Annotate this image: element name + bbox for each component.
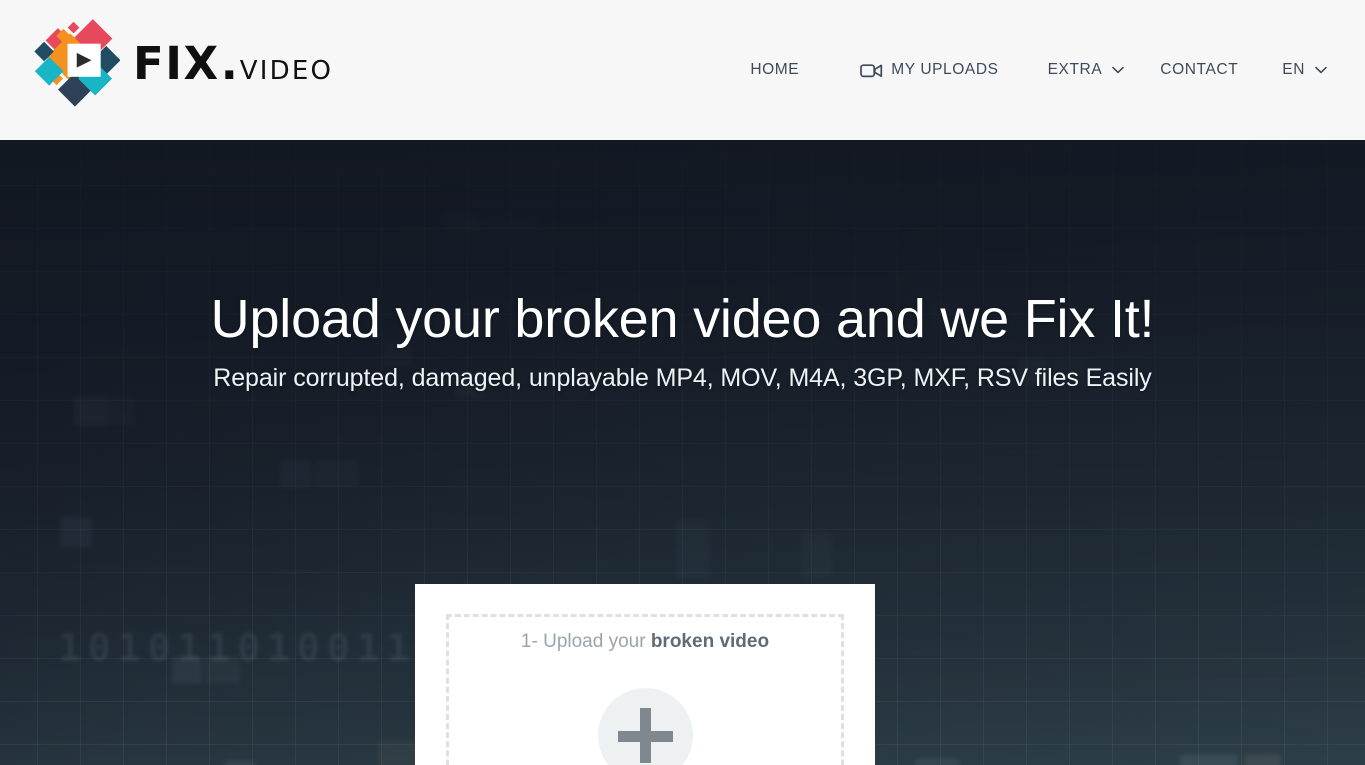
nav-item-home[interactable]: HOME	[750, 61, 799, 79]
page-subtitle: Repair corrupted, damaged, unplayable MP…	[213, 364, 1152, 393]
upload-dropzone[interactable]: 1- Upload your broken video Click to upl…	[446, 614, 844, 765]
nav-item-extra[interactable]: EXTRA	[1048, 61, 1125, 79]
upload-card: 1- Upload your broken video Click to upl…	[415, 584, 875, 765]
upload-step-title: 1- Upload your broken video	[449, 631, 841, 653]
fix-video-logo-icon	[34, 19, 120, 107]
nav-my-uploads-label: MY UPLOADS	[891, 61, 999, 78]
brand-wordmark: FIX . VIDEO	[133, 41, 333, 86]
upload-step-prefix: 1- Upload your	[520, 631, 651, 652]
nav-home-label: HOME	[750, 61, 800, 78]
site-header: FIX . VIDEO HOME MY UPLOADS EXTRA CONTAC…	[0, 0, 1365, 140]
video-camera-icon	[860, 63, 883, 77]
chevron-down-icon	[1112, 66, 1125, 74]
nav-item-contact[interactable]: CONTACT	[1160, 61, 1238, 79]
chevron-down-icon	[1315, 66, 1327, 74]
hero-section: 101011010011010110100101101 011010011010…	[0, 140, 1365, 765]
brand-logo-link[interactable]: FIX . VIDEO	[28, 17, 333, 109]
main-navigation: HOME MY UPLOADS EXTRA CONTACT EN	[750, 0, 1365, 140]
brand-video-text: VIDEO	[239, 55, 334, 86]
nav-item-my-uploads[interactable]: MY UPLOADS	[860, 61, 998, 79]
plus-icon[interactable]	[597, 688, 693, 765]
nav-contact-label: CONTACT	[1160, 61, 1239, 78]
nav-language-label: EN	[1282, 61, 1305, 78]
upload-step-highlight: broken video	[650, 631, 770, 652]
brand-fix-text: FIX	[133, 36, 220, 90]
hero-copy: Upload your broken video and we Fix It! …	[0, 140, 1365, 393]
nav-item-language[interactable]: EN	[1282, 61, 1327, 79]
brand-dot-text: .	[220, 36, 238, 90]
page-title: Upload your broken video and we Fix It!	[210, 289, 1155, 349]
nav-extra-label: EXTRA	[1047, 61, 1103, 78]
